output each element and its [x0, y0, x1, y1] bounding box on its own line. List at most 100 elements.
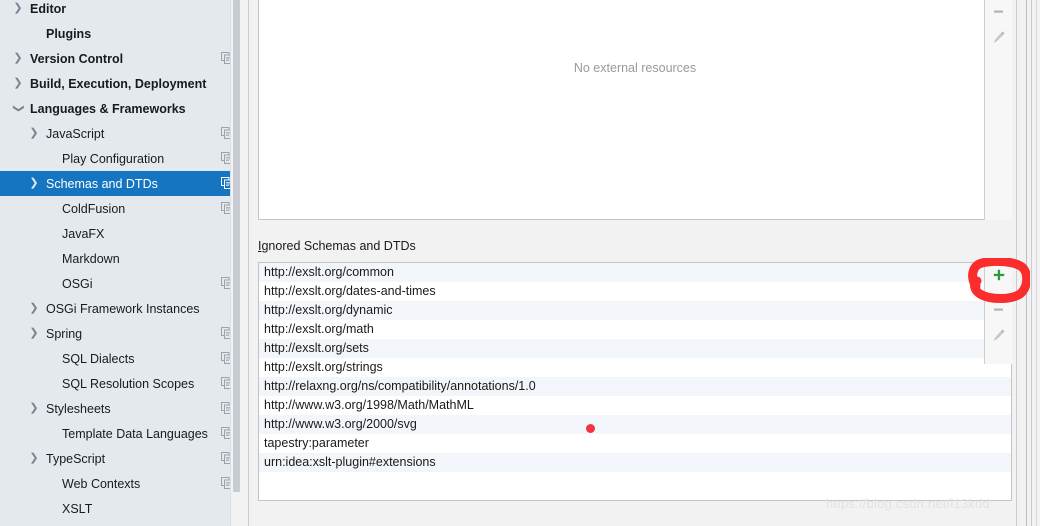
chevron-right-icon[interactable]: ❯ — [11, 53, 25, 64]
sidebar-item-xslt-file-associations[interactable]: XSLT File Associations — [0, 521, 241, 526]
sidebar-item-label: Version Control — [30, 51, 124, 66]
sidebar-scrollbar-thumb[interactable] — [233, 0, 240, 492]
ignored-schema-uri: http://exslt.org/strings — [264, 360, 383, 374]
sidebar-item-label: Spring — [46, 326, 83, 341]
pencil-icon — [993, 31, 1005, 43]
chevron-right-icon[interactable]: ❯ — [27, 178, 41, 189]
external-resources-empty-message: No external resources — [573, 61, 697, 75]
ignored-schema-row[interactable]: http://exslt.org/math — [259, 320, 1011, 339]
remove-ignored-schema-button[interactable] — [985, 296, 1012, 322]
ignored-schema-row[interactable]: http://www.w3.org/2000/svg — [259, 415, 1011, 434]
sidebar-item-spring[interactable]: ❯ Spring — [0, 321, 241, 346]
pencil-icon — [993, 329, 1005, 341]
window-edge-line-1 — [1016, 0, 1017, 526]
sidebar-item-label: Stylesheets — [46, 401, 111, 416]
ignored-schema-uri: http://www.w3.org/2000/svg — [264, 417, 417, 431]
ignored-schema-row[interactable]: http://exslt.org/common — [259, 263, 1011, 282]
ignored-schema-row[interactable]: urn:idea:xslt-plugin#extensions — [259, 453, 1011, 472]
ignored-schema-uri: http://exslt.org/math — [264, 322, 374, 336]
sidebar-item-javafx[interactable]: JavaFX — [0, 221, 241, 246]
ignored-schema-uri: http://exslt.org/dynamic — [264, 303, 393, 317]
ignored-schemas-group-header: Ignored Schemas and DTDs — [258, 239, 1012, 255]
sidebar-item-osgi-framework-instances[interactable]: ❯ OSGi Framework Instances — [0, 296, 241, 321]
ignored-schema-row[interactable]: http://relaxng.org/ns/compatibility/anno… — [259, 377, 1011, 396]
sidebar-item-build-execution-deployment[interactable]: ❯ Build, Execution, Deployment — [0, 71, 241, 96]
sidebar-item-plugins[interactable]: Plugins — [0, 21, 241, 46]
ignored-schemas-toolbar[interactable] — [984, 258, 1012, 364]
settings-dialog: ❯ Editor Plugins ❯ Version Control ❯ Build, Ex… — [0, 0, 1040, 526]
sidebar-item-label: Schemas and DTDs — [46, 176, 158, 191]
sidebar-item-label: Play Configuration — [62, 151, 165, 166]
ignored-schema-uri: http://exslt.org/sets — [264, 341, 369, 355]
ignored-schema-row[interactable]: http://exslt.org/sets — [259, 339, 1011, 358]
sidebar-item-label: Markdown — [62, 251, 120, 266]
sidebar-item-version-control[interactable]: ❯ Version Control — [0, 46, 241, 71]
sidebar-scrollbar-track[interactable] — [230, 0, 241, 526]
sidebar-item-label: SQL Resolution Scopes — [62, 376, 195, 391]
ignored-schema-row[interactable]: http://www.w3.org/1998/Math/MathML — [259, 396, 1011, 415]
sidebar-item-play-configuration[interactable]: Play Configuration — [0, 146, 241, 171]
sidebar-item-web-contexts[interactable]: Web Contexts — [0, 471, 241, 496]
ignored-schemas-group-label: Ignored Schemas and DTDs — [258, 239, 422, 253]
edit-ignored-schema-button[interactable] — [985, 322, 1012, 348]
ignored-schema-uri: http://relaxng.org/ns/compatibility/anno… — [264, 379, 536, 393]
sidebar-item-schemas-and-dtds[interactable]: ❯ Schemas and DTDs — [0, 171, 241, 196]
window-edge-line-4 — [1036, 0, 1037, 526]
minus-icon — [994, 10, 1003, 13]
sidebar-item-sql-resolution-scopes[interactable]: SQL Resolution Scopes — [0, 371, 241, 396]
sidebar-item-template-data-languages[interactable]: Template Data Languages — [0, 421, 241, 446]
sidebar-item-label: Web Contexts — [62, 476, 141, 491]
sidebar-item-label: Editor — [30, 1, 67, 16]
ignored-schema-uri: urn:idea:xslt-plugin#extensions — [264, 455, 436, 469]
settings-sidebar[interactable]: ❯ Editor Plugins ❯ Version Control ❯ Build, Ex… — [0, 0, 241, 526]
settings-content-pane: No external resources Ignored Schemas an… — [249, 0, 1040, 526]
edit-external-resource-button[interactable] — [985, 24, 1012, 50]
group-label-rest: gnored Schemas and DTDs — [261, 239, 416, 253]
ignored-schema-row[interactable]: http://exslt.org/strings — [259, 358, 1011, 377]
remove-external-resource-button[interactable] — [985, 0, 1012, 24]
sidebar-item-coldfusion[interactable]: ColdFusion — [0, 196, 241, 221]
sidebar-item-languages-frameworks[interactable]: ❯ Languages & Frameworks — [0, 96, 241, 121]
sidebar-item-label: Template Data Languages — [62, 426, 208, 441]
sidebar-item-editor[interactable]: ❯ Editor — [0, 0, 241, 21]
window-edge-line-3 — [1031, 0, 1032, 526]
sidebar-item-label: Build, Execution, Deployment — [30, 76, 207, 91]
window-edge-line-2 — [1026, 0, 1027, 526]
sidebar-item-label: OSGi — [62, 276, 93, 291]
sidebar-item-osgi[interactable]: OSGi — [0, 271, 241, 296]
sidebar-item-sql-dialects[interactable]: SQL Dialects — [0, 346, 241, 371]
red-dot-annotation — [586, 424, 595, 433]
chevron-right-icon[interactable]: ❯ — [11, 78, 25, 89]
chevron-right-icon[interactable]: ❯ — [27, 328, 41, 339]
chevron-right-icon[interactable]: ❯ — [27, 303, 41, 314]
external-resources-list[interactable]: No external resources — [258, 0, 1012, 220]
plus-icon — [993, 269, 1004, 281]
sidebar-item-stylesheets[interactable]: ❯ Stylesheets — [0, 396, 241, 421]
ignored-schemas-list[interactable]: http://exslt.org/common http://exslt.org/… — [258, 262, 1012, 501]
sidebar-item-markdown[interactable]: Markdown — [0, 246, 241, 271]
chevron-right-icon[interactable]: ❯ — [11, 3, 25, 14]
chevron-right-icon[interactable]: ❯ — [27, 128, 41, 139]
sidebar-item-label: Plugins — [46, 26, 92, 41]
sidebar-item-label: XSLT — [62, 501, 93, 516]
watermark-text: https://blog.csdn.net/l13kdd — [826, 496, 990, 511]
sidebar-item-xslt[interactable]: XSLT — [0, 496, 241, 521]
ignored-schema-row[interactable]: http://exslt.org/dates-and-times — [259, 282, 1011, 301]
sidebar-item-typescript[interactable]: ❯ TypeScript — [0, 446, 241, 471]
add-ignored-schema-button[interactable] — [985, 262, 1012, 288]
sidebar-item-label: JavaScript — [46, 126, 105, 141]
sidebar-item-label: OSGi Framework Instances — [46, 301, 200, 316]
ignored-schema-uri: http://www.w3.org/1998/Math/MathML — [264, 398, 474, 412]
sidebar-item-label: TypeScript — [46, 451, 106, 466]
sidebar-item-label: ColdFusion — [62, 201, 126, 216]
ignored-schema-row[interactable]: http://exslt.org/dynamic — [259, 301, 1011, 320]
chevron-right-icon[interactable]: ❯ — [27, 453, 41, 464]
ignored-schema-row[interactable]: tapestry:parameter — [259, 434, 1011, 453]
sidebar-item-javascript[interactable]: ❯ JavaScript — [0, 121, 241, 146]
ignored-schema-uri: http://exslt.org/common — [264, 265, 394, 279]
chevron-down-icon[interactable]: ❯ — [13, 102, 25, 116]
minus-icon — [994, 308, 1003, 311]
sidebar-item-label: SQL Dialects — [62, 351, 135, 366]
chevron-right-icon[interactable]: ❯ — [27, 403, 41, 414]
external-resources-toolbar[interactable] — [984, 0, 1012, 220]
